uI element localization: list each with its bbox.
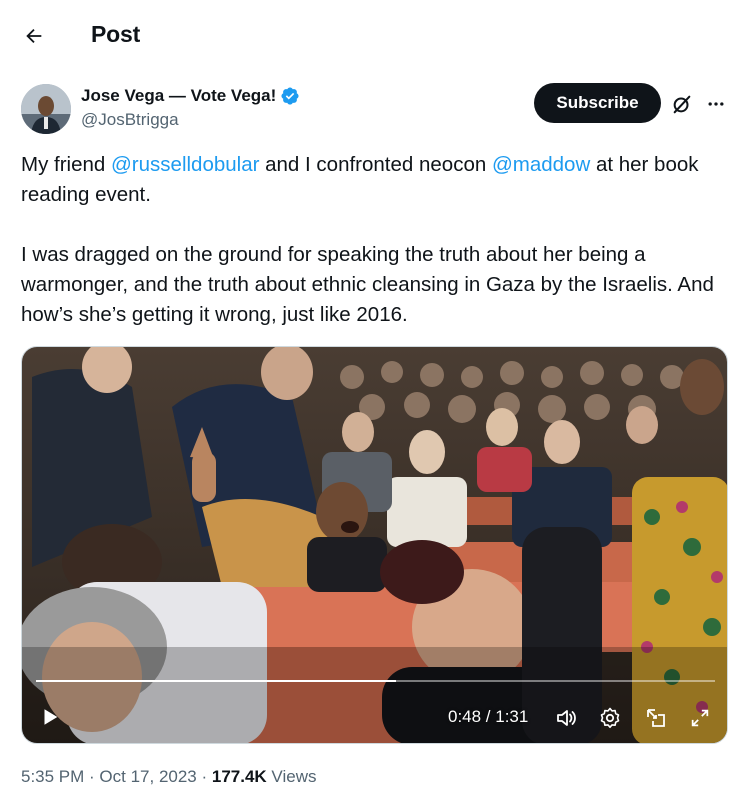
settings-icon	[600, 707, 620, 729]
verified-badge-icon[interactable]	[280, 86, 300, 106]
video-time-display: 0:48 / 1:31	[448, 707, 529, 726]
views-count: 177.4K	[211, 767, 267, 786]
author-name-row: Jose Vega — Vote Vega!	[81, 86, 300, 106]
tweet-text-segment: and I confronted neocon	[259, 153, 492, 176]
tweet-paragraph-2: I was dragged on the ground for speaking…	[21, 243, 714, 326]
volume-button[interactable]	[551, 703, 581, 733]
play-button[interactable]	[36, 703, 64, 731]
volume-icon	[557, 710, 576, 726]
mention-link[interactable]: @russelldobular	[111, 153, 259, 176]
video-progress-fill	[36, 680, 396, 682]
subscribe-button[interactable]: Subscribe	[534, 83, 661, 123]
play-icon	[44, 709, 58, 725]
video-progress-bar[interactable]	[36, 680, 715, 682]
post-date[interactable]: Oct 17, 2023	[99, 767, 196, 786]
avatar[interactable]	[21, 84, 71, 134]
author-display-name[interactable]: Jose Vega — Vote Vega!	[81, 86, 276, 106]
settings-button[interactable]	[595, 703, 625, 733]
video-frame	[22, 347, 727, 743]
pip-icon	[647, 709, 665, 727]
page-title: Post	[91, 21, 141, 47]
arrow-left-icon	[26, 28, 42, 44]
video-player[interactable]: 0:48 / 1:31	[21, 346, 728, 744]
meta-separator: ·	[84, 767, 100, 786]
grok-button[interactable]	[668, 90, 696, 118]
grok-icon	[673, 95, 691, 114]
more-icon	[708, 102, 724, 106]
views-label: Views	[266, 767, 317, 786]
avatar-image	[21, 84, 71, 134]
fullscreen-icon	[691, 709, 709, 727]
tweet-text: My friend @russelldobular and I confront…	[21, 150, 721, 330]
tweet-text-segment: My friend	[21, 153, 111, 176]
mention-link[interactable]: @maddow	[492, 153, 590, 176]
meta-separator: ·	[196, 767, 212, 786]
top-bar: Post	[0, 0, 746, 70]
post-time[interactable]: 5:35 PM	[21, 767, 84, 786]
more-options-button[interactable]	[702, 90, 730, 118]
back-button[interactable]	[14, 16, 54, 56]
pip-button[interactable]	[641, 703, 671, 733]
post-meta: 5:35 PM · Oct 17, 2023 · 177.4K Views	[21, 767, 316, 787]
author-handle[interactable]: @JosBtrigga	[81, 110, 179, 130]
fullscreen-button[interactable]	[685, 703, 715, 733]
tweet-paragraph-1: My friend @russelldobular and I confront…	[21, 150, 721, 210]
